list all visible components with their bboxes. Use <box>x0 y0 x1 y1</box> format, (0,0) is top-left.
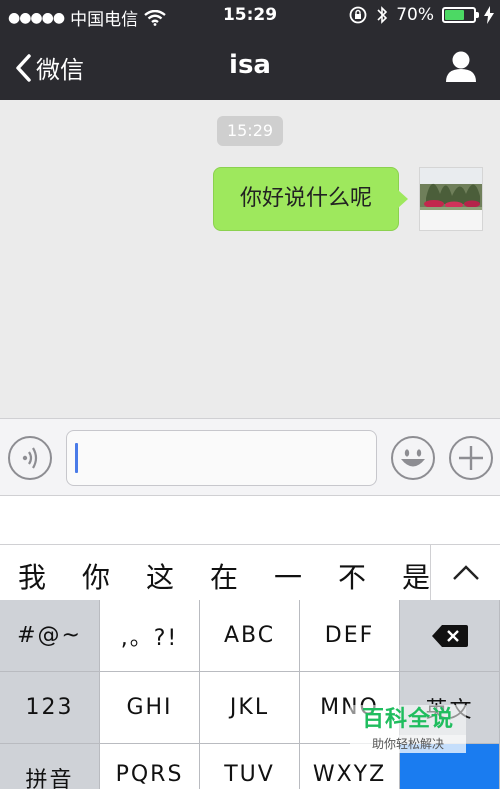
candidate-word[interactable]: 我 <box>10 556 54 596</box>
charging-icon <box>484 6 494 24</box>
key-pinyin[interactable]: 拼音 <box>0 744 100 789</box>
candidate-word[interactable]: 一 <box>266 556 310 596</box>
candidate-word[interactable]: 在 <box>202 556 246 596</box>
key-abc[interactable]: ABC <box>200 600 300 672</box>
candidate-word[interactable]: 这 <box>138 556 182 596</box>
chat-area[interactable]: 15:29 你好说什么呢 <box>0 100 500 418</box>
avatar-garden-image <box>420 168 482 230</box>
delete-key[interactable] <box>400 600 500 672</box>
outgoing-message-bubble[interactable]: 你好说什么呢 <box>213 167 408 231</box>
voice-input-button[interactable] <box>8 436 52 480</box>
top-bar: ●●●●● 中国电信 15:29 70% 微信 isa <box>0 0 500 100</box>
chevron-left-icon <box>16 53 31 82</box>
t9-keyboard: #@~ ,。?! ABC DEF 123 GHI JKL MNO 英文 拼音 P… <box>0 600 500 789</box>
key-pqrs[interactable]: PQRS <box>100 744 200 789</box>
avatar[interactable] <box>419 167 483 231</box>
bluetooth-icon <box>377 6 388 24</box>
text-cursor <box>75 443 78 473</box>
key-english[interactable]: 英文 <box>400 672 500 744</box>
battery-percent: 70% <box>396 5 434 25</box>
expand-candidates-button[interactable] <box>430 545 500 601</box>
navigation-bar: 微信 isa <box>0 32 500 100</box>
key-jkl[interactable]: JKL <box>200 672 300 744</box>
key-mno[interactable]: MNO <box>300 672 400 744</box>
key-symbols[interactable]: #@~ <box>0 600 100 672</box>
key-tuv[interactable]: TUV <box>200 744 300 789</box>
candidate-word[interactable]: 不 <box>330 556 374 596</box>
voice-icon <box>22 447 38 469</box>
emoji-button[interactable] <box>391 436 435 480</box>
ime-candidate-bar: 我 你 这 在 一 不 是 <box>0 544 500 601</box>
key-def[interactable]: DEF <box>300 600 400 672</box>
back-button[interactable]: 微信 <box>14 50 84 85</box>
contact-profile-button[interactable] <box>444 50 478 82</box>
message-text-field[interactable] <box>66 430 377 486</box>
smiley-icon <box>401 449 425 467</box>
plus-icon <box>459 446 483 470</box>
chevron-up-icon <box>453 565 479 580</box>
key-punctuation[interactable]: ,。?! <box>100 600 200 672</box>
status-bar: ●●●●● 中国电信 15:29 70% <box>0 0 500 32</box>
key-wxyz[interactable]: WXYZ <box>300 744 400 789</box>
battery-fill <box>445 10 464 20</box>
candidate-word[interactable]: 你 <box>74 556 118 596</box>
key-numbers[interactable]: 123 <box>0 672 100 744</box>
send-key[interactable] <box>400 744 500 789</box>
backspace-icon <box>431 624 468 647</box>
input-spacer <box>0 496 500 544</box>
more-options-button[interactable] <box>449 436 493 480</box>
back-label: 微信 <box>36 56 84 84</box>
message-timestamp: 15:29 <box>217 116 283 146</box>
rotation-lock-icon <box>349 6 367 24</box>
message-input-bar <box>0 418 500 496</box>
battery-icon <box>442 7 479 23</box>
key-ghi[interactable]: GHI <box>100 672 200 744</box>
